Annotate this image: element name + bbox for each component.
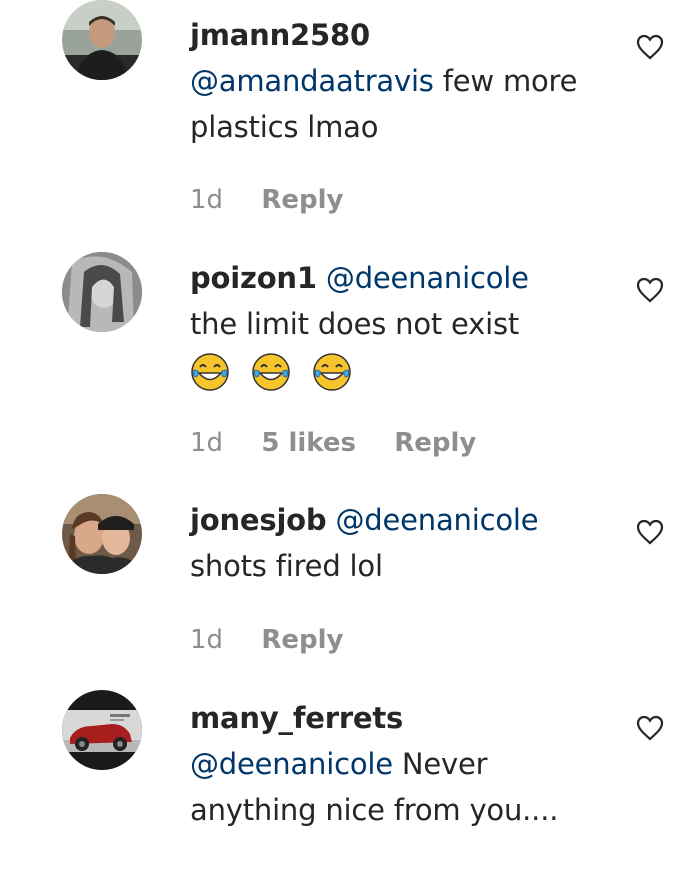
comment-mention[interactable]: @amandaatravis bbox=[190, 64, 434, 98]
emoji-row bbox=[190, 347, 610, 393]
laughing-tears-emoji bbox=[252, 353, 290, 391]
reply-button[interactable]: Reply bbox=[261, 185, 343, 215]
comment-body: jonesjob @deenanicole shots fired lol bbox=[190, 497, 610, 589]
avatar[interactable] bbox=[62, 0, 142, 80]
comment-meta: 1d 5 likes Reply bbox=[190, 428, 506, 458]
likes-count[interactable]: 5 likes bbox=[261, 428, 356, 458]
avatar[interactable] bbox=[62, 690, 142, 770]
comment-username[interactable]: poizon1 bbox=[190, 261, 317, 295]
laughing-tears-emoji bbox=[191, 353, 229, 391]
avatar[interactable] bbox=[62, 252, 142, 332]
comment-time[interactable]: 1d bbox=[190, 428, 223, 458]
comment-mention[interactable]: @deenanicole bbox=[326, 261, 529, 295]
comment-username[interactable]: jonesjob bbox=[190, 503, 327, 537]
heart-icon[interactable] bbox=[636, 277, 664, 303]
heart-icon[interactable] bbox=[636, 34, 664, 60]
comment-meta: 1d Reply bbox=[190, 625, 373, 655]
comment-username[interactable]: jmann2580 bbox=[190, 18, 370, 52]
laughing-tears-emoji bbox=[313, 353, 351, 391]
comment-time[interactable]: 1d bbox=[190, 185, 223, 215]
comment-mention[interactable]: @deenanicole bbox=[336, 503, 539, 537]
comment-mention[interactable]: @deenanicole bbox=[190, 747, 393, 781]
avatar[interactable] bbox=[62, 494, 142, 574]
comment-body: jmann2580 @amandaatravis few more plasti… bbox=[190, 12, 610, 150]
reply-button[interactable]: Reply bbox=[261, 625, 343, 655]
comment-meta: 1d Reply bbox=[190, 185, 373, 215]
comment-body: many_ferrets @deenanicole Never anything… bbox=[190, 695, 610, 833]
comment-text: shots fired lol bbox=[190, 549, 383, 583]
heart-icon[interactable] bbox=[636, 715, 664, 741]
heart-icon[interactable] bbox=[636, 519, 664, 545]
comment-text: the limit does not exist bbox=[190, 307, 520, 341]
comment-time[interactable]: 1d bbox=[190, 625, 223, 655]
comment-body: poizon1 @deenanicole the limit does not … bbox=[190, 255, 610, 393]
comment-username[interactable]: many_ferrets bbox=[190, 701, 403, 735]
reply-button[interactable]: Reply bbox=[394, 428, 476, 458]
